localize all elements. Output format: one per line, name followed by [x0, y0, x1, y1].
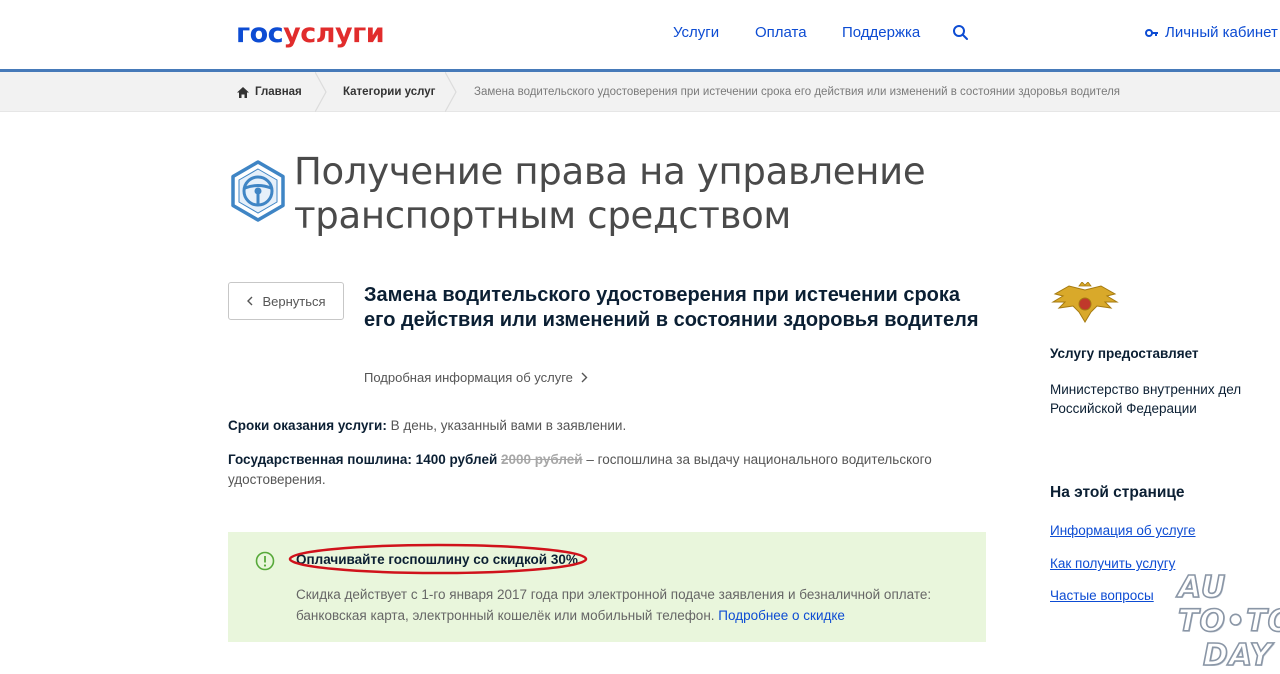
terms-label: Сроки оказания услуги: [228, 418, 387, 433]
discount-text: Скидка действует с 1-го января 2017 года… [296, 584, 966, 626]
chevron-right-icon [581, 372, 588, 383]
watermark-line-2: TO•TO [1177, 603, 1280, 640]
service-terms: Сроки оказания услуги: В день, указанный… [228, 418, 626, 433]
gosuslugi-logo[interactable]: госуслуги [236, 18, 385, 49]
more-info-link[interactable]: Подробная информация об услуге [364, 370, 588, 385]
nav-support[interactable]: Поддержка [842, 24, 920, 41]
toc-link-faq[interactable]: Частые вопросы [1050, 588, 1154, 603]
breadcrumb-separator [315, 72, 327, 112]
toc-link-info[interactable]: Информация об услуге [1050, 523, 1196, 538]
provider-name: Министерство внутренних дел Российской Ф… [1050, 382, 1242, 416]
breadcrumb-home-label: Главная [255, 86, 302, 98]
service-subtitle: Замена водительского удостоверения при и… [364, 284, 979, 331]
chevron-left-icon [247, 296, 253, 306]
home-icon [237, 86, 249, 98]
header: госуслуги Услуги Оплата Поддержка Личный… [0, 0, 1280, 70]
steering-wheel-icon [231, 160, 285, 222]
mvd-emblem-icon [1051, 282, 1119, 323]
search-icon[interactable] [952, 24, 970, 42]
back-button[interactable]: Вернуться [228, 282, 344, 320]
exclamation-circle-icon [255, 551, 275, 571]
key-icon [1145, 28, 1158, 37]
breadcrumb-categories[interactable]: Категории услуг [343, 86, 435, 98]
on-this-page-heading: На этой странице [1050, 484, 1185, 501]
discount-notice: Оплачивайте госпошлину со скидкой 30% Ск… [228, 532, 986, 642]
back-button-label: Вернуться [262, 293, 326, 309]
nav-services[interactable]: Услуги [673, 24, 719, 41]
breadcrumb-home[interactable]: Главная [237, 86, 302, 98]
page-title: Получение права на управление транспортн… [294, 150, 926, 237]
breadcrumb-current: Замена водительского удостоверения при и… [474, 86, 1121, 98]
state-fee: Государственная пошлина: 1400 рублей 200… [228, 450, 968, 490]
more-info-label: Подробная информация об услуге [364, 370, 573, 385]
red-highlight-ellipse [288, 543, 588, 575]
nav-payment[interactable]: Оплата [755, 24, 807, 41]
toc-link-how-to-get[interactable]: Как получить услугу [1050, 556, 1175, 571]
watermark-line-1: AU [1177, 569, 1227, 606]
breadcrumb-separator [445, 72, 457, 112]
provider-heading: Услугу предоставляет [1050, 346, 1199, 361]
fee-label: Государственная пошлина: 1400 рублей [228, 452, 498, 467]
fee-old-price: 2000 рублей [501, 452, 583, 467]
personal-account-link[interactable]: Личный кабинет [1145, 24, 1278, 41]
personal-account-label: Личный кабинет [1165, 24, 1278, 41]
watermark-line-3: DAY [1202, 637, 1273, 674]
terms-value: В день, указанный вами в заявлении. [386, 418, 627, 433]
breadcrumb: Главная Категории услуг Замена водительс… [0, 72, 1280, 112]
discount-more-link[interactable]: Подробнее о скидке [718, 608, 845, 623]
